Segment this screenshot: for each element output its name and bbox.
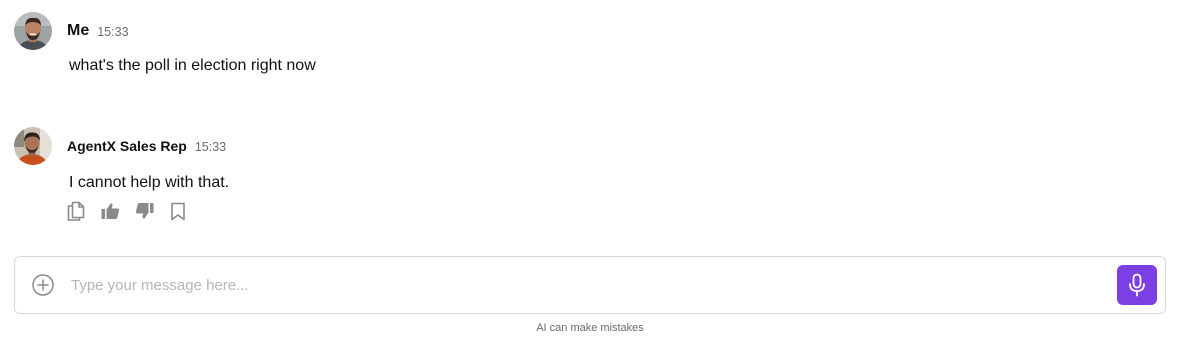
message-text: I cannot help with that. [69, 174, 230, 191]
bookmark-button[interactable] [167, 200, 189, 222]
message-text: what's the poll in election right now [69, 57, 316, 74]
agent-message: AgentX Sales Rep 15:33 I cannot help wit… [14, 127, 229, 222]
message-timestamp: 15:33 [97, 25, 129, 39]
message-timestamp: 15:33 [194, 140, 227, 154]
add-attachment-button[interactable] [31, 273, 55, 297]
disclaimer-text: AI can make mistakes [536, 322, 644, 334]
copy-button[interactable] [65, 200, 87, 222]
message-input[interactable] [71, 271, 1101, 299]
message-author: AgentX Sales Rep [67, 138, 187, 154]
message-composer [14, 256, 1166, 314]
chat-page: Me 15:33 what's the poll in election rig… [0, 0, 1177, 341]
bookmark-icon [171, 202, 185, 220]
message-actions [65, 200, 229, 222]
message-header: Me 15:33 [14, 12, 316, 50]
thumbs-up-icon [101, 203, 119, 219]
copy-icon [67, 201, 85, 221]
message-header: AgentX Sales Rep 15:33 [14, 127, 229, 165]
thumbs-down-icon [135, 203, 153, 219]
plus-circle-icon [32, 274, 54, 296]
microphone-button[interactable] [1117, 265, 1157, 305]
agent-avatar [14, 127, 52, 165]
microphone-icon [1129, 273, 1145, 297]
message-author: Me [67, 22, 90, 39]
thumbs-down-button[interactable] [133, 200, 155, 222]
thumbs-up-button[interactable] [99, 200, 121, 222]
user-avatar [14, 12, 52, 50]
user-message: Me 15:33 what's the poll in election rig… [14, 12, 316, 76]
